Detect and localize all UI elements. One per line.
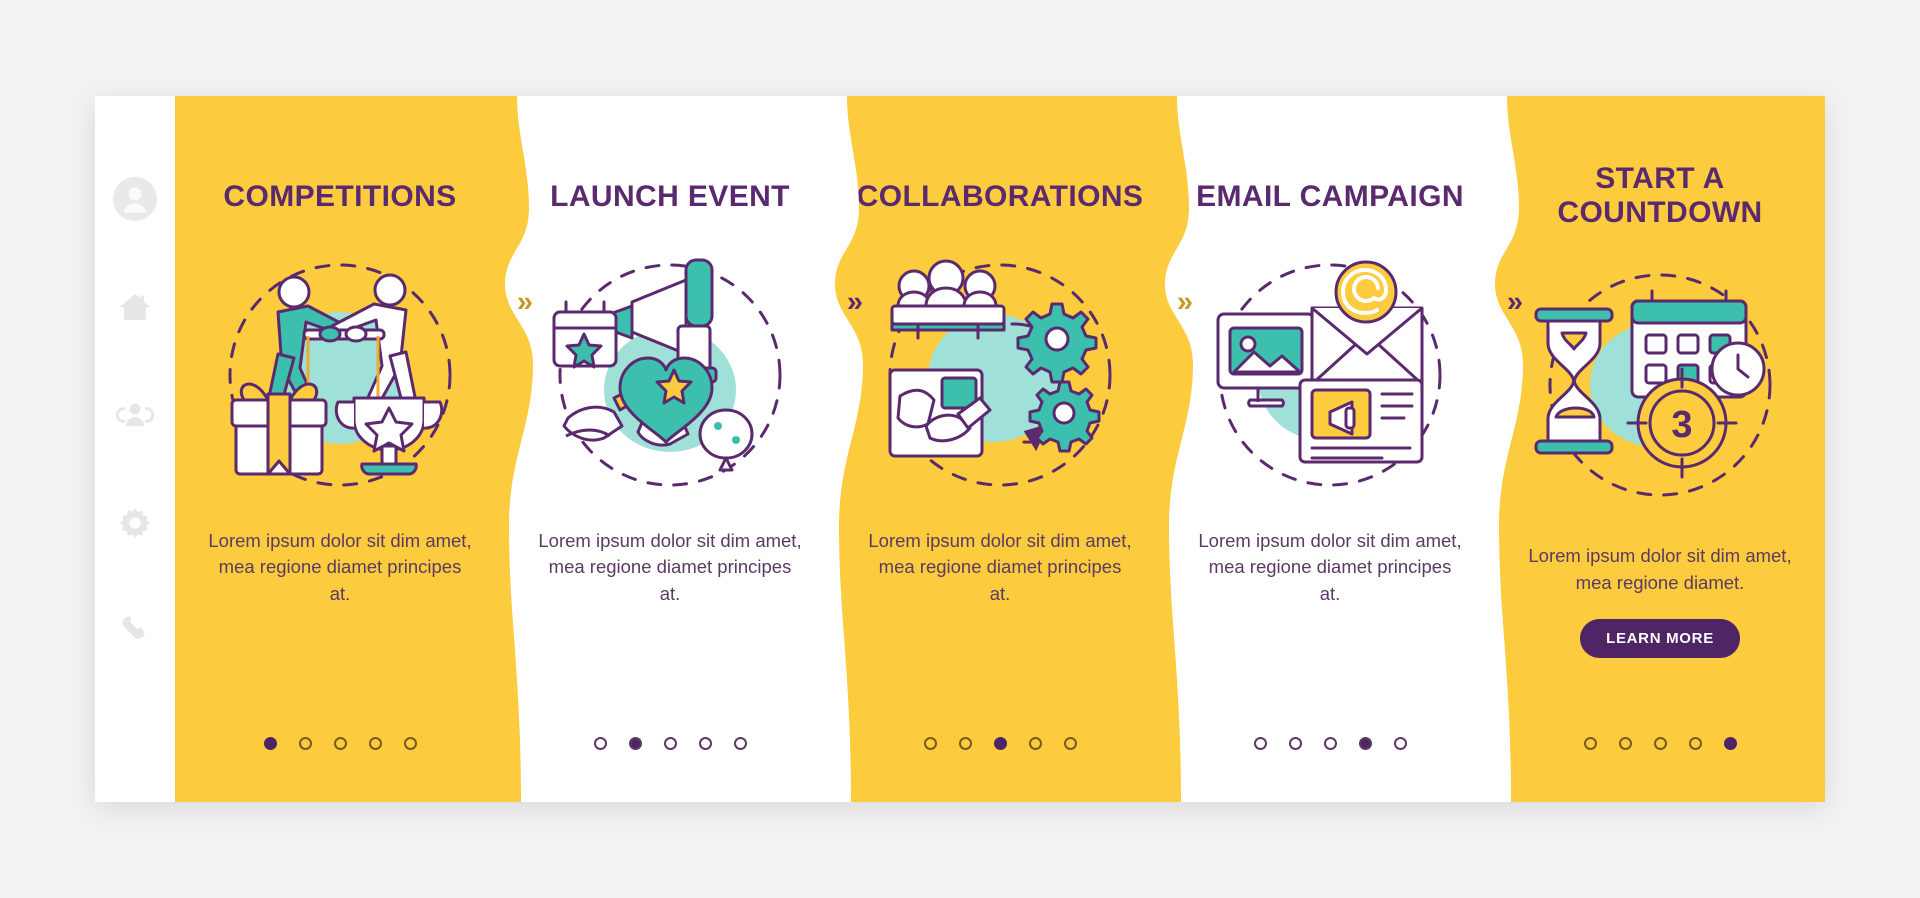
card-launch-event[interactable]: » LAUNCH EVENT Lorem ipsum dolor sit dim… bbox=[505, 96, 863, 802]
dot[interactable] bbox=[593, 737, 607, 750]
competition-illustration bbox=[206, 250, 474, 500]
dot[interactable] bbox=[993, 737, 1007, 750]
dot[interactable] bbox=[1253, 737, 1267, 750]
sidebar bbox=[95, 96, 175, 802]
pagination-dots[interactable] bbox=[1495, 737, 1825, 750]
step-separator-icon: » bbox=[1506, 286, 1523, 318]
dot[interactable] bbox=[698, 737, 712, 750]
dot[interactable] bbox=[263, 737, 277, 750]
card-title: START A COUNTDOWN bbox=[1557, 162, 1763, 229]
card-email-campaign[interactable]: » EMAIL CAMPAIGN Lorem ipsum dolor sit d… bbox=[1165, 96, 1523, 802]
dot[interactable] bbox=[1323, 737, 1337, 750]
card-start-a-countdown[interactable]: START A COUNTDOWN 3 Lorem ipsum dolor si… bbox=[1495, 96, 1825, 802]
card-body-text: Lorem ipsum dolor sit dim amet, mea regi… bbox=[868, 529, 1132, 605]
card-body-text: Lorem ipsum dolor sit dim amet, mea regi… bbox=[538, 529, 802, 605]
phone-icon[interactable] bbox=[112, 606, 158, 652]
home-icon[interactable] bbox=[112, 284, 158, 330]
dot[interactable] bbox=[1393, 737, 1407, 750]
svg-text:3: 3 bbox=[1671, 404, 1692, 446]
gear-icon[interactable] bbox=[112, 500, 158, 546]
dot[interactable] bbox=[403, 737, 417, 750]
collaborations-illustration bbox=[866, 250, 1134, 500]
email-campaign-illustration bbox=[1196, 250, 1464, 500]
card-body-text: Lorem ipsum dolor sit dim amet, mea regi… bbox=[1528, 545, 1792, 593]
dot[interactable] bbox=[333, 737, 347, 750]
learn-more-button[interactable]: LEARN MORE bbox=[1580, 618, 1740, 658]
card-body-text: Lorem ipsum dolor sit dim amet, mea regi… bbox=[208, 529, 472, 605]
dot[interactable] bbox=[958, 737, 972, 750]
pagination-dots[interactable] bbox=[175, 737, 505, 750]
dot[interactable] bbox=[733, 737, 747, 750]
card-title: EMAIL CAMPAIGN bbox=[1196, 180, 1464, 213]
dot[interactable] bbox=[1358, 737, 1372, 750]
dot[interactable] bbox=[298, 737, 312, 750]
users-icon[interactable] bbox=[112, 392, 158, 438]
step-separator-icon: » bbox=[846, 286, 863, 318]
dot[interactable] bbox=[923, 737, 937, 750]
pagination-dots[interactable] bbox=[835, 737, 1165, 750]
avatar-icon[interactable] bbox=[112, 176, 158, 222]
card-collaborations[interactable]: » COLLABORATIONS Lorem ipsum dolor sit d… bbox=[835, 96, 1193, 802]
card-competitions[interactable]: » COMPETITIONS Lorem ipsum dolor sit dim… bbox=[175, 96, 533, 802]
dot[interactable] bbox=[1723, 737, 1737, 750]
dot[interactable] bbox=[368, 737, 382, 750]
step-separator-icon: » bbox=[516, 286, 533, 318]
screen: » COMPETITIONS Lorem ipsum dolor sit dim… bbox=[0, 0, 1920, 898]
dot[interactable] bbox=[1688, 737, 1702, 750]
card-title: COMPETITIONS bbox=[223, 180, 457, 213]
step-separator-icon: » bbox=[1176, 286, 1193, 318]
dot[interactable] bbox=[1063, 737, 1077, 750]
dot[interactable] bbox=[1288, 737, 1302, 750]
dot[interactable] bbox=[1618, 737, 1632, 750]
pagination-dots[interactable] bbox=[505, 737, 835, 750]
dot[interactable] bbox=[1028, 737, 1042, 750]
countdown-illustration: 3 bbox=[1526, 265, 1794, 515]
dot[interactable] bbox=[628, 737, 642, 750]
pagination-dots[interactable] bbox=[1165, 737, 1495, 750]
card-title: COLLABORATIONS bbox=[856, 180, 1144, 213]
launch-event-illustration bbox=[536, 250, 804, 500]
card-title: LAUNCH EVENT bbox=[550, 180, 790, 213]
dot[interactable] bbox=[1653, 737, 1667, 750]
onboarding-device-frame: » COMPETITIONS Lorem ipsum dolor sit dim… bbox=[95, 96, 1825, 802]
dot[interactable] bbox=[663, 737, 677, 750]
dot[interactable] bbox=[1583, 737, 1597, 750]
card-body-text: Lorem ipsum dolor sit dim amet, mea regi… bbox=[1198, 529, 1462, 605]
onboarding-cards-strip: » COMPETITIONS Lorem ipsum dolor sit dim… bbox=[175, 96, 1825, 802]
